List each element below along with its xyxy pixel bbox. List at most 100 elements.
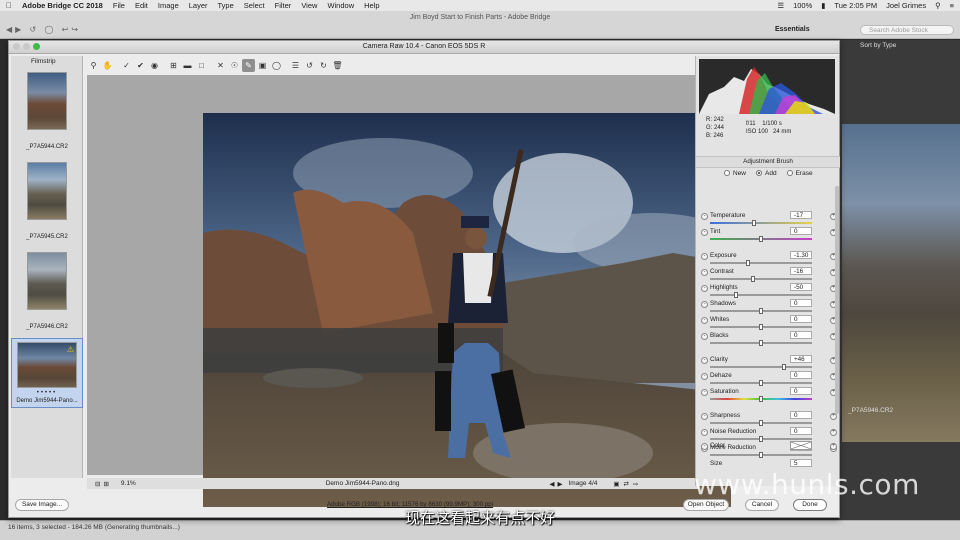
slider-value[interactable]: +46 [790, 355, 812, 363]
color-plus-icon[interactable]: + [830, 443, 837, 450]
slider-track[interactable] [710, 220, 812, 226]
panel-scrollbar[interactable] [835, 186, 839, 414]
spot-removal-icon[interactable]: ✕ [214, 59, 227, 72]
zoom-in-button[interactable]: ⊞ [103, 480, 108, 488]
slider-value[interactable]: -1.30 [790, 251, 812, 259]
radio-new[interactable] [724, 170, 730, 177]
slider-value[interactable]: -50 [790, 283, 812, 291]
slider-value[interactable]: -17 [790, 211, 812, 219]
minimize-window-icon[interactable] [23, 43, 30, 50]
menu-view[interactable]: View [301, 1, 317, 10]
slider-track[interactable] [710, 324, 812, 330]
slider-minus-icon[interactable]: - [701, 253, 708, 260]
slider-track[interactable] [710, 380, 812, 386]
prev-image-icon[interactable]: ◀ [549, 480, 554, 488]
sort-by-type[interactable]: Sort by Type [860, 42, 896, 49]
slider-thumb[interactable] [759, 420, 763, 426]
menu-edit[interactable]: Edit [135, 1, 148, 10]
battery-text[interactable]: 100% [793, 1, 812, 10]
radial-filter-icon[interactable]: ◯ [270, 59, 283, 72]
slider-minus-icon[interactable]: - [701, 301, 708, 308]
slider-track[interactable] [710, 276, 812, 282]
trash-icon[interactable]: 🗑 [331, 59, 344, 72]
zoom-out-button[interactable]: ⊟ [95, 480, 100, 488]
before-after-copy-icon[interactable]: ⇨ [633, 480, 638, 488]
transform-tool-icon[interactable]: □ [195, 59, 208, 72]
menu-help[interactable]: Help [364, 1, 379, 10]
menu-image[interactable]: Image [158, 1, 179, 10]
bridge-preview-thumbnail[interactable] [842, 124, 960, 442]
zoom-window-icon[interactable] [33, 43, 40, 50]
close-window-icon[interactable] [13, 43, 20, 50]
slider-value[interactable]: 0 [790, 227, 812, 235]
hand-tool-icon[interactable]: ✋ [101, 59, 114, 72]
bridge-nav-icons[interactable]: ◀▶ ↺ ◯ ↩↪ [6, 25, 81, 34]
slider-plus-icon[interactable]: + [830, 413, 837, 420]
battery-icon[interactable]: ▮ [821, 1, 825, 10]
menu-type[interactable]: Type [218, 1, 234, 10]
mode-add[interactable]: Add [756, 170, 777, 177]
slider-value[interactable]: 0 [790, 411, 812, 419]
slider-track[interactable] [710, 364, 812, 370]
slider-track[interactable] [710, 420, 812, 426]
filmstrip-item[interactable]: _P7A5946.CR2 [11, 252, 83, 330]
clock[interactable]: Tue 2:05 PM [834, 1, 877, 10]
slider-thumb[interactable] [751, 220, 756, 226]
mode-new[interactable]: New [724, 170, 746, 177]
spotlight-icon[interactable]: ⚲ [935, 1, 941, 10]
slider-thumb[interactable] [759, 340, 763, 346]
crop-tool-icon[interactable]: ⊞ [167, 59, 180, 72]
user-name[interactable]: Joel Grimes [886, 1, 926, 10]
wifi-icon[interactable]: ☰ [777, 1, 784, 10]
slider-track[interactable] [710, 436, 812, 442]
slider-value[interactable]: 0 [790, 387, 812, 395]
before-after-swap-icon[interactable]: ⇄ [624, 480, 629, 488]
graduated-filter-icon[interactable]: ▣ [256, 59, 269, 72]
filmstrip-thumbnail[interactable] [27, 252, 67, 310]
slider-plus-icon[interactable]: + [830, 429, 837, 436]
slider-minus-icon[interactable]: - [701, 213, 708, 220]
preferences-icon[interactable]: ☰ [289, 59, 302, 72]
color-sampler-tool-icon[interactable]: ✔ [134, 59, 147, 72]
slider-thumb[interactable] [759, 396, 763, 402]
apple-icon[interactable]:  [6, 1, 12, 10]
menu-file[interactable]: File [113, 1, 125, 10]
slider-track[interactable] [710, 236, 812, 242]
slider-thumb[interactable] [759, 380, 763, 386]
menu-window[interactable]: Window [327, 1, 354, 10]
slider-minus-icon[interactable]: - [701, 269, 708, 276]
filmstrip-thumbnail[interactable]: ⚠ [17, 342, 77, 388]
slider-thumb[interactable] [759, 308, 763, 314]
slider-minus-icon[interactable]: - [701, 389, 708, 396]
slider-track[interactable] [710, 396, 812, 402]
zoom-level-select[interactable]: 9.1% [121, 480, 136, 487]
slider-track[interactable] [710, 292, 812, 298]
slider-minus-icon[interactable]: - [701, 373, 708, 380]
slider-minus-icon[interactable]: - [701, 333, 708, 340]
color-minus-icon[interactable]: - [701, 443, 708, 450]
slider-minus-icon[interactable]: - [701, 317, 708, 324]
app-name-menu[interactable]: Adobe Bridge CC 2018 [22, 1, 103, 10]
slider-minus-icon[interactable]: - [701, 229, 708, 236]
slider-thumb[interactable] [759, 236, 763, 242]
preview-photo[interactable] [203, 113, 731, 507]
workspace-essentials[interactable]: Essentials [775, 26, 810, 33]
slider-thumb[interactable] [759, 324, 763, 330]
slider-thumb[interactable] [733, 292, 738, 298]
white-balance-tool-icon[interactable]: ✓ [120, 59, 133, 72]
slider-value[interactable]: 0 [790, 315, 812, 323]
slider-value[interactable]: 0 [790, 427, 812, 435]
slider-value[interactable]: -16 [790, 267, 812, 275]
filmstrip-thumbnail[interactable] [27, 162, 67, 220]
color-swatch[interactable] [790, 441, 812, 450]
slider-minus-icon[interactable]: - [701, 357, 708, 364]
menu-filter[interactable]: Filter [275, 1, 292, 10]
menu-select[interactable]: Select [244, 1, 265, 10]
adjustment-brush-icon[interactable]: ✎ [242, 58, 255, 72]
notification-icon[interactable]: ≡ [950, 1, 954, 10]
next-image-icon[interactable]: ▶ [557, 480, 562, 488]
before-after-y-icon[interactable]: ▣ [613, 480, 619, 488]
rating-dots[interactable]: ••••• [12, 390, 82, 396]
slider-track[interactable] [710, 260, 812, 266]
menu-layer[interactable]: Layer [189, 1, 208, 10]
